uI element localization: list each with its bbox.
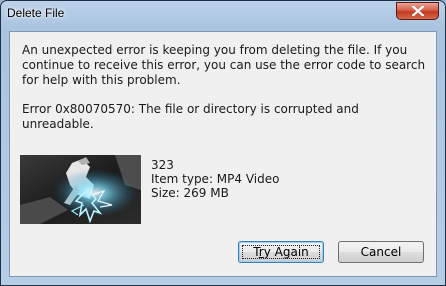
error-code-text: Error 0x80070570: The file or directory … xyxy=(22,102,359,131)
delete-file-dialog: Delete File An unexpected error is keepi… xyxy=(0,0,446,286)
title-bar[interactable]: Delete File xyxy=(1,1,445,31)
close-icon xyxy=(412,6,424,16)
close-button[interactable] xyxy=(396,2,439,20)
file-type: Item type: MP4 Video xyxy=(151,172,280,186)
file-info: 323 Item type: MP4 Video Size: 269 MB xyxy=(151,158,279,200)
dialog-body: An unexpected error is keeping you from … xyxy=(9,31,437,277)
error-description: An unexpected error is keeping you from … xyxy=(22,43,426,87)
try-again-button[interactable]: Try Again xyxy=(238,241,324,263)
file-name: 323 xyxy=(151,158,174,172)
file-size: Size: 269 MB xyxy=(151,186,229,200)
focus-rectangle xyxy=(242,245,320,259)
window-title: Delete File xyxy=(7,6,65,20)
file-thumbnail xyxy=(20,155,141,224)
cancel-button[interactable]: Cancel xyxy=(338,241,424,263)
